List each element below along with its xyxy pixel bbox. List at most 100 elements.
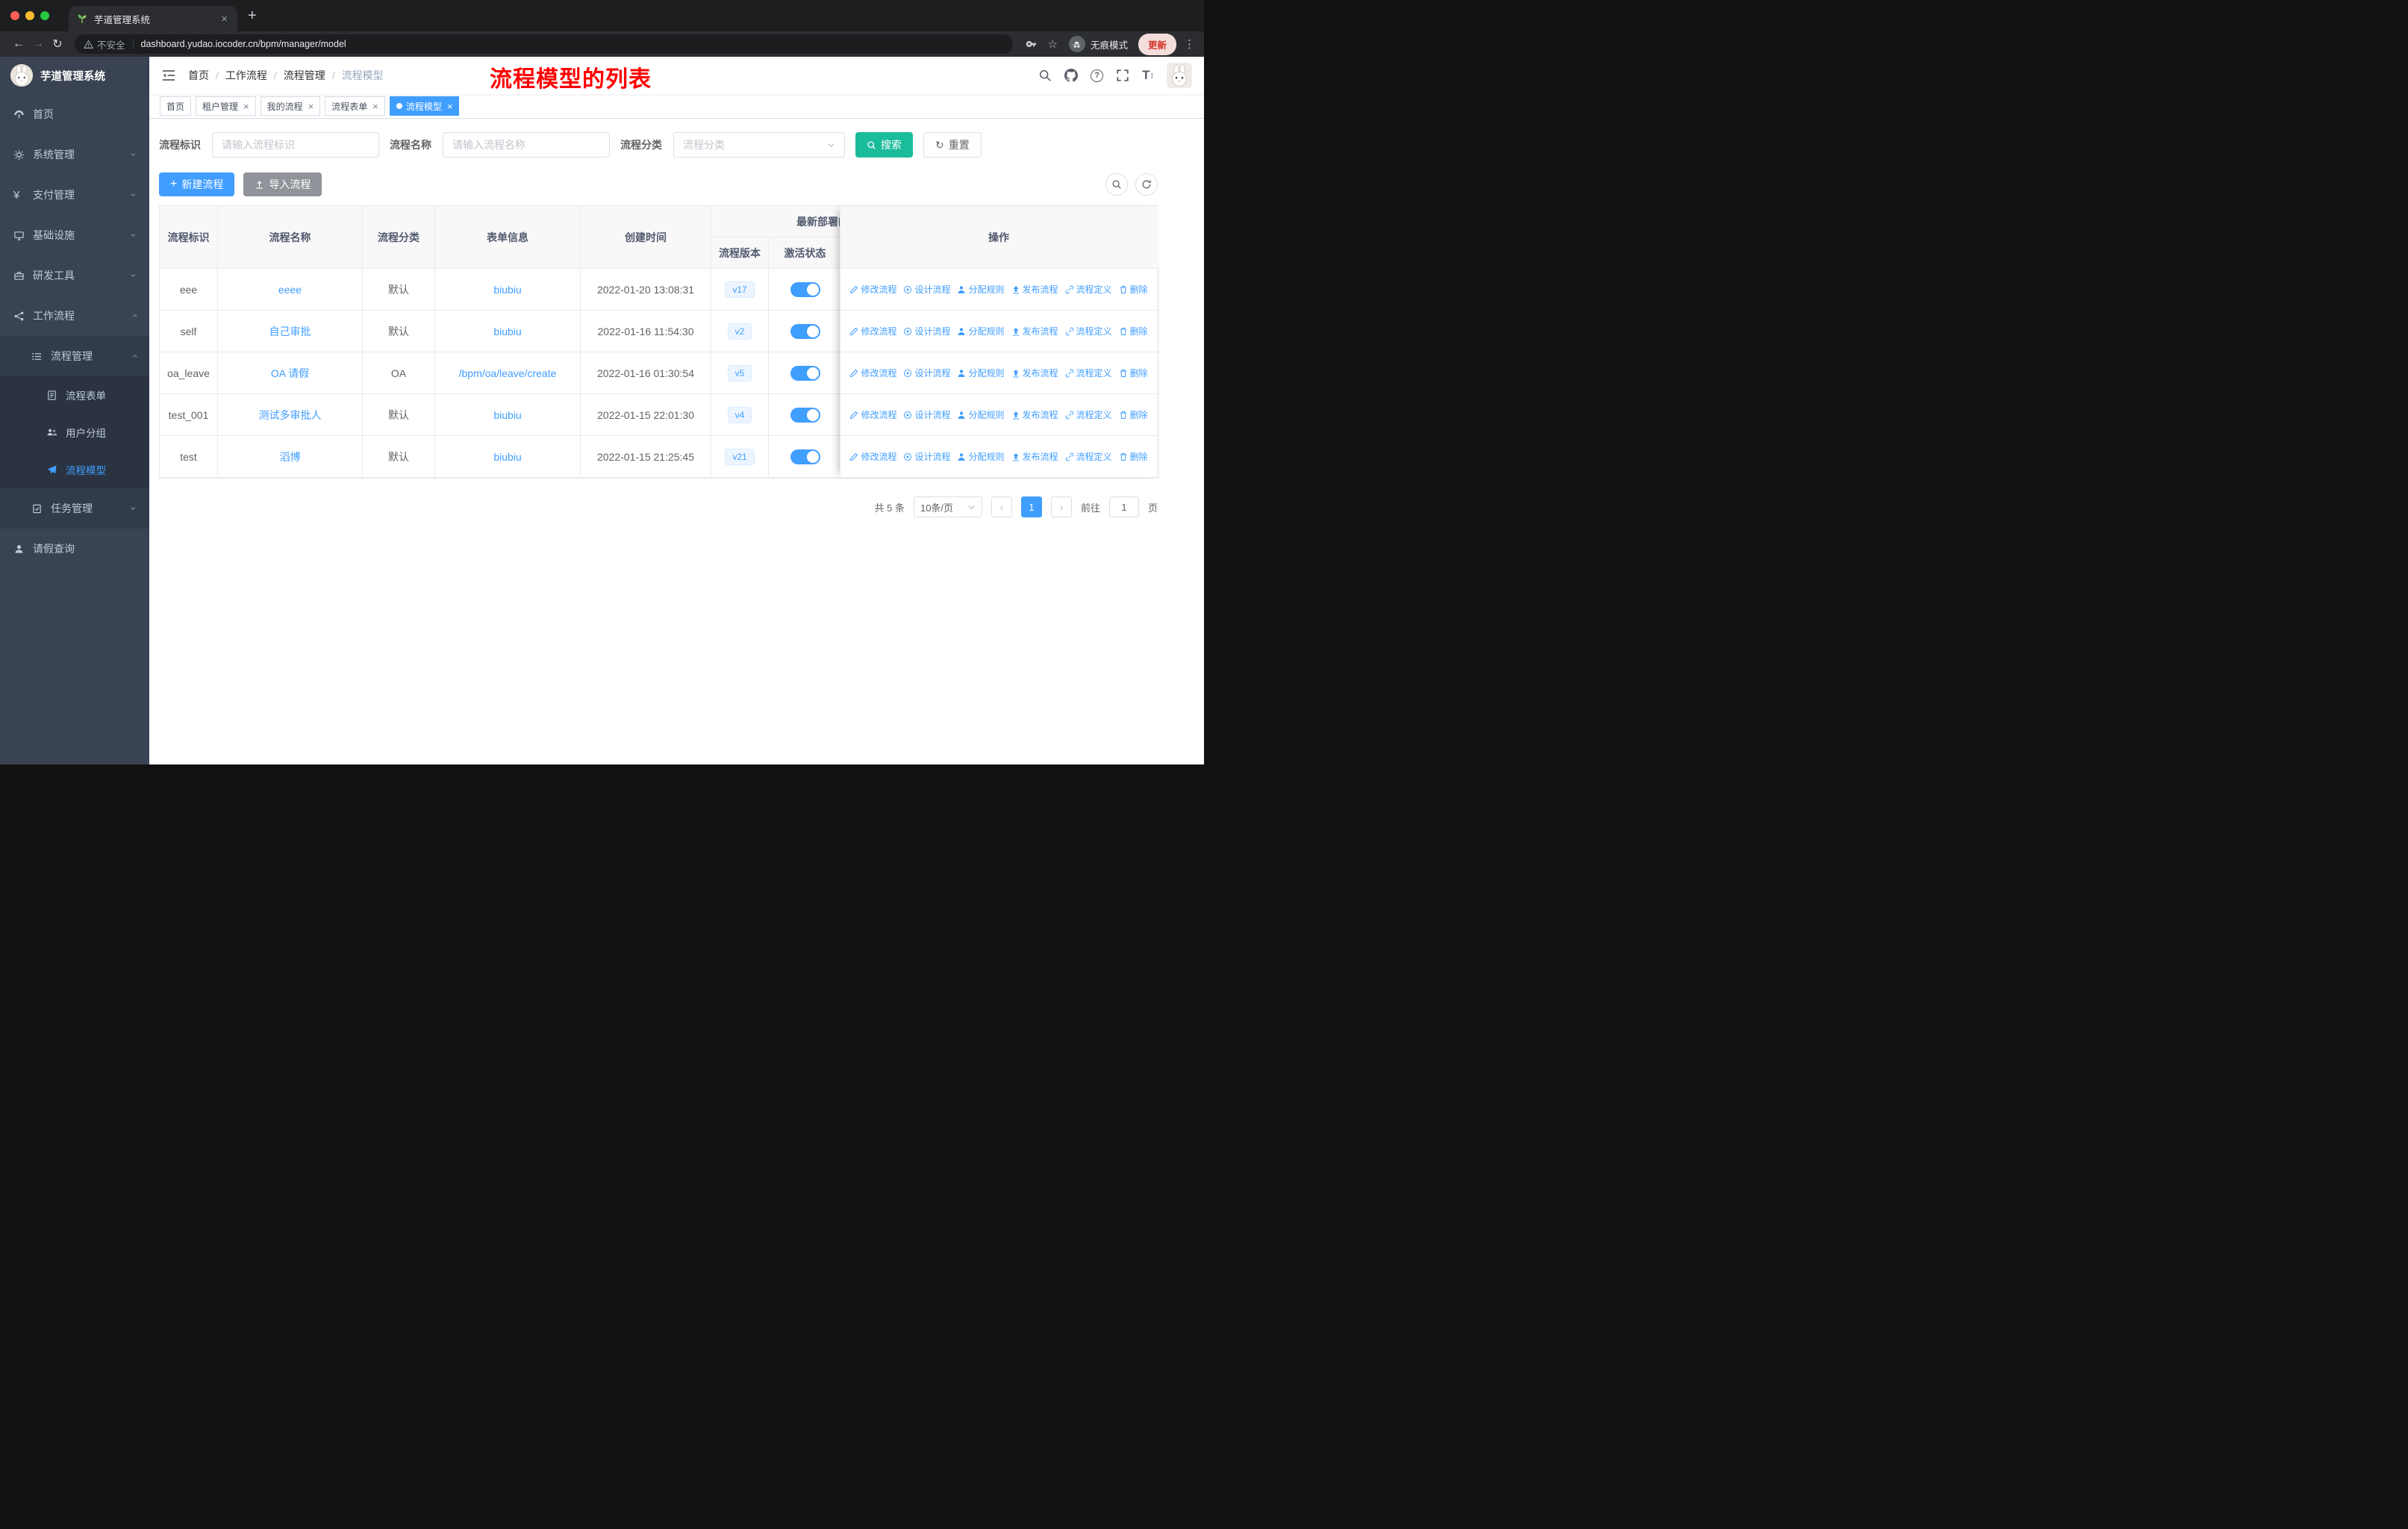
process-key-input[interactable] (212, 132, 379, 158)
goto-page-input[interactable] (1108, 496, 1139, 517)
process-definition-link[interactable]: 流程定义 (1065, 408, 1112, 421)
sidebar-item-process-management[interactable]: 流程管理 › (0, 336, 149, 376)
sidebar-item-leave-query[interactable]: 请假查询 (0, 529, 149, 569)
edit-process-link[interactable]: 修改流程 (849, 325, 896, 337)
edit-process-link[interactable]: 修改流程 (849, 408, 896, 421)
edit-process-link[interactable]: 修改流程 (849, 450, 896, 463)
bookmark-star-icon[interactable]: ☆ (1048, 37, 1058, 51)
reload-button[interactable]: ↻ (48, 37, 67, 52)
assign-rule-link[interactable]: 分配规则 (957, 408, 1005, 421)
sidebar-item-process-form[interactable]: 流程表单 (0, 376, 149, 414)
delete-process-link[interactable]: 删除 (1119, 283, 1148, 296)
sidebar-item-infrastructure[interactable]: 基础设施 › (0, 215, 149, 255)
design-process-link[interactable]: 设计流程 (903, 325, 950, 337)
search-icon[interactable] (1038, 69, 1052, 82)
tag-my-process[interactable]: 我的流程 × (260, 96, 321, 116)
publish-process-link[interactable]: 发布流程 (1011, 283, 1058, 296)
sidebar-item-system[interactable]: 系统管理 › (0, 134, 149, 175)
breadcrumb-process-management[interactable]: 流程管理 (284, 68, 325, 83)
process-category-select[interactable]: 流程分类 (673, 132, 845, 158)
active-toggle[interactable] (790, 323, 820, 339)
fullscreen-icon[interactable] (1116, 69, 1129, 82)
back-button[interactable]: ← (9, 37, 28, 51)
design-process-link[interactable]: 设计流程 (903, 367, 950, 379)
process-definition-link[interactable]: 流程定义 (1065, 283, 1112, 296)
window-minimize-button[interactable] (25, 11, 34, 20)
design-process-link[interactable]: 设计流程 (903, 408, 950, 421)
search-button[interactable]: 搜索 (855, 132, 913, 158)
page-size-select[interactable]: 10条/页 (913, 496, 982, 517)
security-warning[interactable]: 不安全 (84, 37, 125, 52)
form-info-link[interactable]: biubiu (493, 451, 521, 463)
active-toggle[interactable] (790, 449, 820, 464)
browser-tab[interactable]: 芋道管理系统 × (69, 6, 237, 31)
tab-close-icon[interactable]: × (219, 13, 230, 25)
process-name-link[interactable]: OA 请假 (271, 366, 309, 381)
delete-process-link[interactable]: 删除 (1119, 367, 1148, 379)
current-page-button[interactable]: 1 (1020, 496, 1042, 517)
tag-close-icon[interactable]: × (243, 101, 249, 112)
process-name-input[interactable] (443, 132, 610, 158)
breadcrumb-home[interactable]: 首页 (188, 68, 209, 83)
tag-tenant-management[interactable]: 租户管理 × (196, 96, 256, 116)
key-icon[interactable] (1026, 38, 1038, 50)
forward-button[interactable]: → (28, 37, 48, 51)
tag-close-icon[interactable]: × (372, 101, 378, 112)
assign-rule-link[interactable]: 分配规则 (957, 367, 1005, 379)
process-name-link[interactable]: eeee (278, 284, 302, 296)
edit-process-link[interactable]: 修改流程 (849, 367, 896, 379)
assign-rule-link[interactable]: 分配规则 (957, 283, 1005, 296)
delete-process-link[interactable]: 删除 (1119, 325, 1148, 337)
publish-process-link[interactable]: 发布流程 (1011, 367, 1058, 379)
sidebar-item-task-management[interactable]: 任务管理 › (0, 488, 149, 529)
sidebar-item-workflow[interactable]: 工作流程 › (0, 296, 149, 336)
new-tab-button[interactable]: + (248, 7, 257, 25)
active-toggle[interactable] (790, 281, 820, 297)
sidebar-item-payment[interactable]: ¥ 支付管理 › (0, 175, 149, 215)
process-name-link[interactable]: 自己审批 (269, 324, 311, 339)
user-avatar[interactable] (1167, 63, 1192, 88)
tag-close-icon[interactable]: × (308, 101, 314, 112)
tag-process-form[interactable]: 流程表单 × (325, 96, 385, 116)
refresh-table-button[interactable] (1135, 173, 1158, 196)
help-icon[interactable]: ? (1091, 69, 1104, 82)
design-process-link[interactable]: 设计流程 (903, 450, 950, 463)
import-process-button[interactable]: 导入流程 (243, 172, 322, 196)
assign-rule-link[interactable]: 分配规则 (957, 325, 1005, 337)
browser-update-button[interactable]: 更新 (1138, 33, 1176, 55)
form-info-link[interactable]: /bpm/oa/leave/create (459, 367, 557, 379)
sidebar-item-dev-tools[interactable]: 研发工具 › (0, 255, 149, 296)
browser-menu-icon[interactable]: ⋮ (1184, 37, 1195, 51)
prev-page-button[interactable]: ‹ (991, 496, 1012, 517)
create-process-button[interactable]: + 新建流程 (159, 172, 235, 196)
publish-process-link[interactable]: 发布流程 (1011, 408, 1058, 421)
process-name-link[interactable]: 滔博 (280, 449, 301, 464)
publish-process-link[interactable]: 发布流程 (1011, 450, 1058, 463)
form-info-link[interactable]: biubiu (493, 284, 521, 296)
tag-close-icon[interactable]: × (447, 101, 453, 112)
active-toggle[interactable] (790, 365, 820, 381)
breadcrumb-workflow[interactable]: 工作流程 (225, 68, 267, 83)
process-definition-link[interactable]: 流程定义 (1065, 325, 1112, 337)
design-process-link[interactable]: 设计流程 (903, 283, 950, 296)
active-toggle[interactable] (790, 407, 820, 423)
sidebar-item-home[interactable]: 首页 (0, 94, 149, 134)
form-info-link[interactable]: biubiu (493, 409, 521, 421)
publish-process-link[interactable]: 发布流程 (1011, 325, 1058, 337)
process-name-link[interactable]: 测试多审批人 (259, 408, 322, 423)
window-close-button[interactable] (10, 11, 19, 20)
tag-process-model[interactable]: 流程模型 × (389, 96, 460, 116)
github-icon[interactable] (1064, 69, 1079, 82)
window-zoom-button[interactable] (40, 11, 49, 20)
edit-process-link[interactable]: 修改流程 (849, 283, 896, 296)
sidebar-collapse-icon[interactable] (161, 68, 176, 83)
reset-button[interactable]: ↻ 重置 (923, 132, 982, 158)
tag-home[interactable]: 首页 (160, 96, 192, 116)
delete-process-link[interactable]: 删除 (1119, 450, 1148, 463)
process-definition-link[interactable]: 流程定义 (1065, 450, 1112, 463)
sidebar-item-process-model[interactable]: 流程模型 (0, 451, 149, 488)
font-size-icon[interactable]: T ↕ (1142, 68, 1154, 83)
address-bar[interactable]: 不安全 dashboard.yudao.iocoder.cn/bpm/manag… (75, 34, 1013, 54)
form-info-link[interactable]: biubiu (493, 326, 521, 337)
delete-process-link[interactable]: 删除 (1119, 408, 1148, 421)
